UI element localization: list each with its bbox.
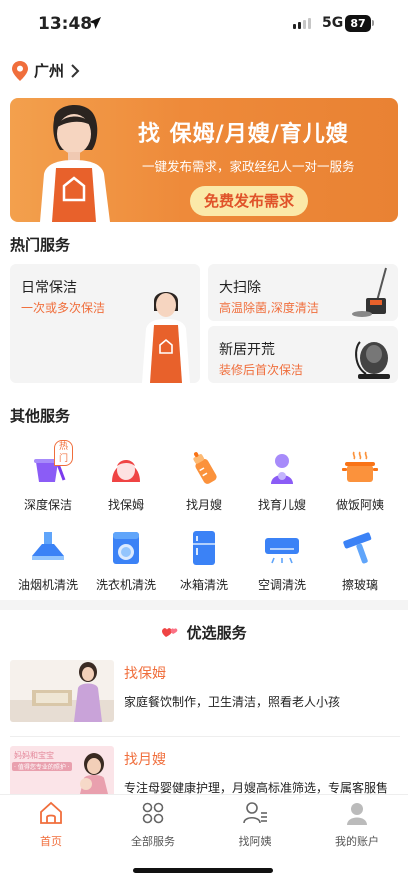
hero-banner[interactable]: 找 保姆/月嫂/育儿嫂 一键发布需求，家政经纪人一对一服务 免费发布需求 [10, 98, 398, 222]
section-divider [0, 600, 408, 610]
vacuum-icon [355, 341, 390, 379]
service-label: 擦玻璃 [341, 578, 378, 592]
card-desc: 装修后首次保洁 [219, 363, 304, 377]
service-range-hood[interactable]: 油烟机清洗 [7, 528, 89, 593]
status-time: 13:48 [38, 14, 93, 34]
service-label: 找保姆 [107, 498, 144, 512]
tab-my-account[interactable]: 我的账户 [306, 801, 408, 849]
washing-machine-icon [106, 528, 146, 568]
tab-label: 首页 [40, 835, 62, 848]
tab-all-services[interactable]: 全部服务 [102, 801, 204, 849]
location-pin-icon [12, 60, 28, 81]
service-label: 冰箱清洗 [179, 578, 228, 592]
baby-bottle-icon [184, 448, 224, 488]
service-label: 油烟机清洗 [17, 578, 78, 592]
window-wiper-icon [340, 528, 380, 568]
banner-subtitle: 一键发布需求，家政经纪人一对一服务 [142, 159, 355, 174]
service-childcare[interactable]: 找育儿嫂 [241, 448, 323, 513]
service-label: 做饭阿姨 [335, 498, 384, 512]
preferred-name: 找月嫂 [124, 752, 166, 768]
tab-home[interactable]: 首页 [0, 801, 102, 849]
tab-find-aunt[interactable]: 找阿姨 [204, 801, 306, 849]
hot-badge: 热门 [54, 440, 74, 466]
user-list-icon [243, 802, 267, 824]
home-icon [40, 801, 62, 824]
preferred-services-title: 优选服务 [0, 622, 408, 643]
card-title: 新居开荒 [219, 342, 275, 358]
photo-caption-sub: · 值得您专业的照护 · [12, 762, 72, 771]
city-name: 广州 [34, 62, 65, 80]
nanny-photo [10, 660, 114, 722]
housekeeper-illustration [40, 105, 110, 222]
item-divider [10, 736, 400, 737]
preferred-desc: 家庭餐饮制作，卫生清洁，照看老人小孩 [124, 695, 341, 709]
banner-title: 找 保姆/月嫂/育儿嫂 [138, 122, 349, 147]
signal-icon [293, 18, 311, 29]
range-hood-icon [28, 528, 68, 568]
card-desc: 高温除菌,深度清洁 [219, 301, 319, 315]
nanny-icon [106, 448, 146, 488]
battery-tip [372, 20, 374, 26]
air-conditioner-icon [262, 528, 302, 568]
service-cook[interactable]: 做饭阿姨 [319, 448, 401, 513]
city-selector[interactable]: 广州 [12, 60, 80, 81]
grid-icon [142, 802, 164, 824]
location-arrow-icon [89, 17, 101, 29]
hot-card-new-home[interactable]: 新居开荒 装修后首次保洁 [208, 326, 398, 383]
tab-label: 我的账户 [335, 835, 379, 848]
service-label: 洗衣机清洗 [95, 578, 156, 592]
hearts-icon [162, 628, 178, 637]
mop-bucket-icon [352, 267, 387, 317]
service-maternity-nurse[interactable]: 找月嫂 [163, 448, 245, 513]
preferred-name: 找保姆 [124, 666, 166, 682]
service-label: 找育儿嫂 [257, 498, 306, 512]
cooking-pot-icon [340, 448, 380, 488]
status-bar: 13:48 5G 87 [0, 0, 408, 50]
home-indicator [133, 868, 273, 873]
card-title: 日常保洁 [21, 280, 77, 296]
hot-card-daily-cleaning[interactable]: 日常保洁 一次或多次保洁 [10, 264, 200, 383]
publish-request-button[interactable]: 免费发布需求 [190, 186, 308, 216]
photo-caption: 妈妈和宝宝 [14, 751, 54, 760]
battery-icon: 87 [345, 15, 371, 32]
tab-label: 全部服务 [131, 835, 175, 848]
maternity-photo: 妈妈和宝宝 · 值得您专业的照护 · [10, 746, 114, 794]
other-services-title: 其他服务 [10, 407, 71, 425]
hot-services-title: 热门服务 [10, 236, 71, 254]
cleaner-illustration [142, 292, 190, 383]
account-icon [347, 803, 367, 825]
hot-card-big-cleaning[interactable]: 大扫除 高温除菌,深度清洁 [208, 264, 398, 321]
service-air-conditioner[interactable]: 空调清洗 [241, 528, 323, 593]
card-desc: 一次或多次保洁 [21, 301, 106, 315]
service-label: 深度保洁 [23, 498, 72, 512]
service-washing-machine[interactable]: 洗衣机清洗 [85, 528, 167, 593]
tab-label: 找阿姨 [238, 835, 272, 848]
service-label: 空调清洗 [257, 578, 306, 592]
service-deep-cleaning[interactable]: 热门 深度保洁 [7, 440, 89, 513]
service-nanny[interactable]: 找保姆 [85, 448, 167, 513]
service-label: 找月嫂 [185, 498, 222, 512]
cleaning-bucket-icon: 热门 [28, 440, 74, 488]
network-type: 5G [322, 15, 344, 31]
childcare-icon [262, 448, 302, 488]
card-title: 大扫除 [219, 280, 261, 296]
chevron-right-icon [71, 63, 80, 78]
service-fridge[interactable]: 冰箱清洗 [163, 528, 245, 593]
fridge-icon [184, 528, 224, 568]
service-window-cleaning[interactable]: 擦玻璃 [319, 528, 401, 593]
preferred-title-text: 优选服务 [186, 624, 247, 642]
